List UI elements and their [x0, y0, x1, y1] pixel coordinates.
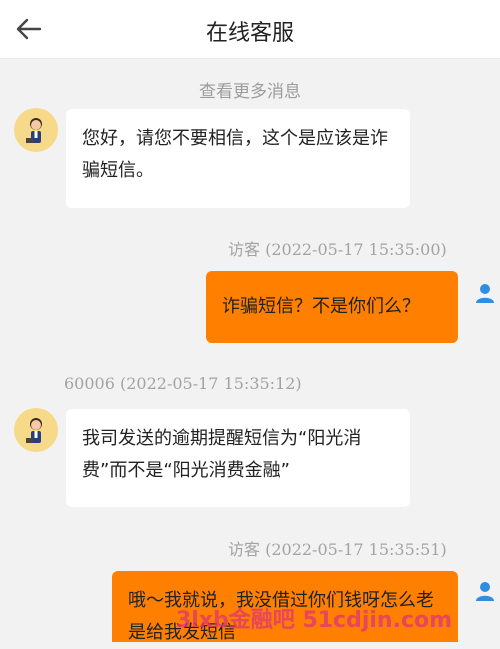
message-meta: 访客 (2022-05-17 15:35:00) — [228, 240, 447, 259]
user-icon — [476, 284, 494, 303]
message-text: 您好，请您不要相信，这个是应该是诈骗短信。 — [82, 128, 388, 181]
view-more-messages-link[interactable]: 查看更多消息 — [0, 77, 500, 102]
visitor-message-bubble: 诈骗短信？不是你们么？ — [206, 271, 458, 343]
agent-message-bubble: 我司发送的逾期提醒短信为“阳光消费”而不是“阳光消费金融” — [66, 409, 410, 507]
agent-avatar-icon — [26, 118, 42, 143]
message-meta: 访客 (2022-05-17 15:35:51) — [228, 540, 447, 559]
header: 在线客服 — [0, 0, 500, 59]
watermark: 3lxb金融吧 51cdjin.com — [176, 608, 453, 633]
agent-avatar — [14, 108, 58, 152]
message-meta: 60006 (2022-05-17 15:35:12) — [64, 374, 302, 393]
message-text: 我司发送的逾期提醒短信为“阳光消费”而不是“阳光消费金融” — [82, 428, 362, 481]
agent-message-bubble: 您好，请您不要相信，这个是应该是诈骗短信。 — [66, 109, 410, 208]
agent-avatar — [14, 408, 58, 452]
message-text: 诈骗短信？不是你们么？ — [222, 296, 420, 317]
agent-avatar-icon — [26, 418, 42, 443]
user-icon — [476, 582, 494, 601]
page-title: 在线客服 — [205, 21, 294, 46]
